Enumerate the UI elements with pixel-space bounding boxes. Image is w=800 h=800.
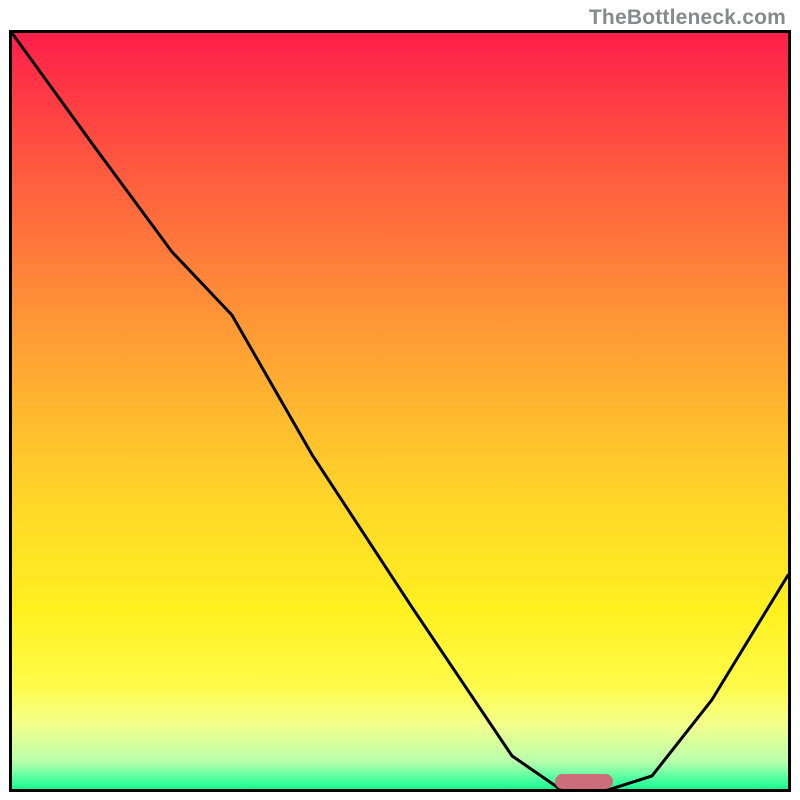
bottleneck-curve — [12, 33, 788, 792]
watermark-text: TheBottleneck.com — [589, 6, 786, 30]
x-axis-baseline — [9, 789, 791, 792]
optimal-marker-pill — [555, 774, 613, 789]
curve-path — [12, 33, 788, 790]
chart-frame — [9, 30, 791, 792]
